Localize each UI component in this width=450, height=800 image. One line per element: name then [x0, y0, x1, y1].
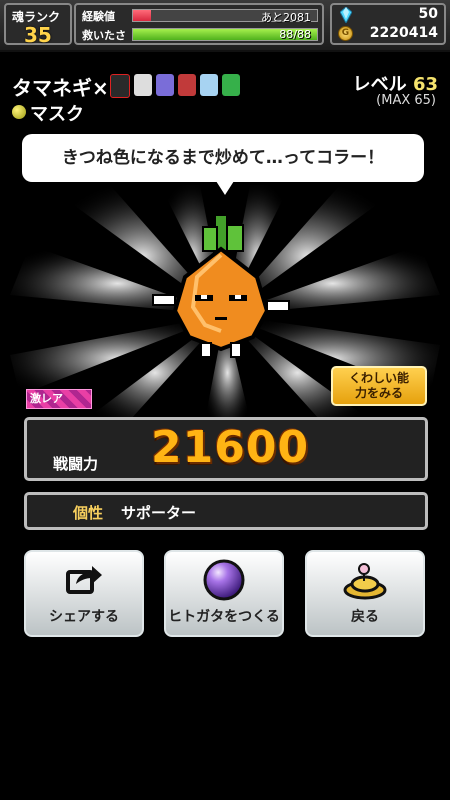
personality-panel: 個性 サポーター: [24, 492, 428, 530]
exp-label: 経験値: [82, 10, 115, 23]
level-max: (MAX 65): [376, 93, 436, 108]
monster-icon-5: [200, 74, 218, 96]
exp-bar-fill: [133, 10, 152, 21]
character-name: タマネギ×: [12, 76, 109, 100]
combat-power-label: 戦闘力: [53, 455, 99, 473]
share-label: シェアする: [49, 609, 119, 625]
soul-rank-value: 35: [24, 23, 52, 47]
personality-label: 個性: [73, 504, 104, 522]
coin-count: 2220414: [369, 25, 438, 41]
rescue-gauge: 救いたさ 88/88: [80, 26, 320, 43]
monster-icon-6: [222, 74, 240, 96]
combat-power-panel: 戦闘力 21600: [24, 417, 428, 481]
monster-icon-1: [110, 74, 130, 98]
purple-orb-icon: [203, 559, 245, 601]
currency-box: 50 G 2220414: [330, 3, 446, 45]
character-trait: マスク: [30, 104, 84, 125]
back-label: 戻る: [351, 609, 379, 625]
party-icons: [110, 74, 240, 98]
personality-value: サポーター: [121, 504, 197, 522]
monster-icon-3: [156, 74, 174, 96]
combat-power-value: 21600: [151, 422, 310, 473]
gem-count: 50: [418, 6, 438, 22]
monster-icon-4: [178, 74, 196, 96]
share-button[interactable]: シェアする: [24, 550, 144, 637]
onion-character[interactable]: [145, 215, 305, 375]
view-details-button[interactable]: くわしい能力をみる: [331, 366, 427, 406]
trait-orb-icon: [12, 105, 26, 119]
soul-rank-box: 魂ランク 35: [4, 3, 72, 47]
status-bar: 魂ランク 35 経験値 あと2081 救いたさ 88/88 50 G 22204…: [0, 0, 450, 52]
treasure-pile-icon: [343, 563, 387, 600]
level-value: 63: [412, 74, 438, 95]
rarity-badge: 激レア: [26, 389, 92, 409]
rescue-label: 救いたさ: [82, 29, 126, 42]
level-label: レベル: [352, 74, 407, 95]
coin-icon: G: [338, 26, 353, 41]
create-hitogata-label: ヒトガタをつくる: [168, 609, 280, 625]
exp-remaining: あと2081: [261, 11, 311, 24]
gem-icon: [340, 7, 352, 23]
monster-icon-2: [134, 74, 152, 96]
speech-bubble: きつね色になるまで炒めて…ってコラー！: [22, 134, 424, 182]
exp-gauge: 経験値 あと2081: [80, 7, 320, 24]
gauges-box: 経験値 あと2081 救いたさ 88/88: [74, 3, 324, 45]
view-details-label: くわしい能力をみる: [348, 371, 409, 400]
back-button[interactable]: 戻る: [305, 550, 425, 637]
share-icon: [66, 566, 102, 594]
rescue-value: 88/88: [279, 28, 311, 41]
create-hitogata-button[interactable]: ヒトガタをつくる: [164, 550, 284, 637]
